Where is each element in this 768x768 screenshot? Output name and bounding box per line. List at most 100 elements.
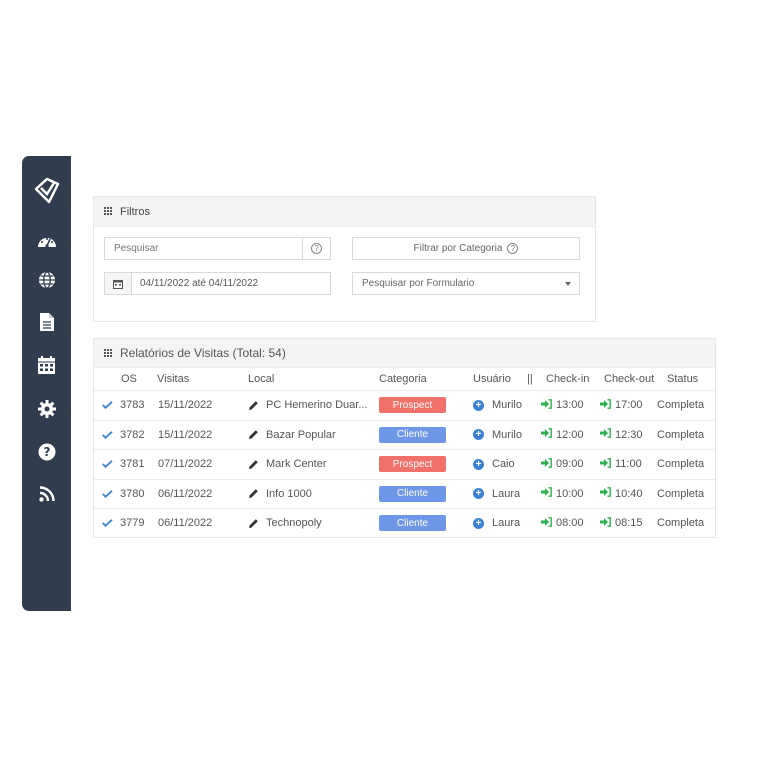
cell-status: Completa [657,487,705,500]
col-visitas[interactable]: Visitas [157,368,189,390]
grid-icon [104,207,113,216]
reports-title: Relatórios de Visitas (Total: 54) [120,346,286,360]
table-row[interactable]: 3779 06/11/2022 Technopoly Cliente + Laura 08:… [94,508,715,537]
cell-os: 3781 [120,458,145,470]
cell-checkout: 10:40 [600,480,643,508]
col-os[interactable]: OS [121,368,137,390]
grid-icon [104,348,113,358]
check-icon [102,421,113,449]
cell-checkin: 13:00 [541,391,584,419]
table-row[interactable]: 3782 15/11/2022 Bazar Popular Cliente + Muril… [94,419,715,449]
cell-usuario: + Laura [473,509,520,537]
col-checkout[interactable]: Check-out [604,368,654,390]
user-name: Murilo [492,428,522,441]
user-name: Caio [492,458,515,470]
sign-in-icon [600,457,611,471]
dashboard-gauge-icon [37,234,57,248]
plus-circle-icon[interactable]: + [473,488,484,499]
local-name: PC Hemerino Duar... [266,399,368,411]
cell-status: Completa [657,428,705,441]
sign-in-icon [541,487,552,500]
cell-checkin: 12:00 [541,421,584,449]
cell-local: Info 1000 [248,480,312,508]
sign-in-icon [541,457,552,471]
cell-checkout: 17:00 [600,391,643,419]
col-usuario[interactable]: Usuário [473,368,511,390]
cell-usuario: + Murilo [473,391,522,419]
table-row[interactable]: 3780 06/11/2022 Info 1000 Cliente + Laura 10:0… [94,478,715,508]
col-checkin[interactable]: Check-in [546,368,589,390]
pencil-icon[interactable] [248,488,259,499]
sidebar-item-help[interactable]: ? [22,439,71,465]
pencil-icon[interactable] [248,518,259,529]
date-range-value: 04/11/2022 até 04/11/2022 [140,278,259,289]
col-status[interactable]: Status [667,368,698,390]
checkout-time: 17:00 [615,399,643,411]
sidebar-item-gear[interactable] [22,396,71,422]
cell-os: 3779 [120,517,145,529]
sign-in-icon [541,516,552,530]
checkout-time: 10:40 [615,487,643,500]
check-icon [102,450,113,478]
sidebar-item-dashboard-gauge[interactable] [22,228,71,254]
date-range-input[interactable]: 04/11/2022 até 04/11/2022 [131,272,331,295]
cell-local: Bazar Popular [248,421,336,449]
checkout-time: 08:15 [615,517,643,529]
pencil-icon[interactable] [248,429,259,440]
checkin-time: 08:00 [556,517,584,529]
search-input[interactable]: Pesquisar [104,237,303,260]
table-row[interactable]: 3783 15/11/2022 PC Hemerino Duar... Prospec… [94,390,715,419]
checkin-time: 10:00 [556,487,584,500]
cell-status: Completa [657,458,705,470]
checkout-time: 12:30 [615,428,643,441]
help-icon: ? [507,243,519,254]
sign-in-icon [600,428,611,441]
sign-in-icon [600,516,611,530]
search-help-button[interactable]: ? [302,237,331,260]
col-local[interactable]: Local [248,368,274,390]
plus-circle-icon[interactable]: + [473,517,484,529]
col-categoria[interactable]: Categoria [379,368,427,390]
cell-categoria: Prospect [379,450,446,478]
plus-circle-icon[interactable]: + [473,429,484,440]
sidebar-item-logo[interactable] [22,175,71,205]
pencil-icon[interactable] [248,400,259,411]
cell-visita-date: 07/11/2022 [158,458,213,470]
search-placeholder: Pesquisar [114,243,159,254]
table-row[interactable]: 3781 07/11/2022 Mark Center Prospect + Caio 09… [94,449,715,478]
gear-icon [37,400,56,418]
sidebar-item-calendar[interactable] [22,352,71,378]
sign-in-icon [600,487,611,500]
form-select-value: Pesquisar por Formulario [362,278,475,289]
plus-circle-icon[interactable]: + [473,458,484,470]
local-name: Bazar Popular [266,428,336,441]
calendar-icon [38,356,55,374]
checkin-time: 09:00 [556,458,584,470]
checkin-time: 12:00 [556,428,584,441]
cell-checkout: 12:30 [600,421,643,449]
pencil-icon[interactable] [248,459,259,470]
sign-in-icon [541,428,552,441]
local-name: Info 1000 [266,487,312,500]
plus-circle-icon[interactable]: + [473,399,484,411]
document-icon [39,313,54,331]
cell-categoria: Cliente [379,480,446,508]
local-name: Technopoly [266,517,322,529]
category-badge: Cliente [379,426,446,443]
cell-local: Mark Center [248,450,327,478]
form-select[interactable]: Pesquisar por Formulario [352,272,580,295]
sidebar-item-globe[interactable] [22,267,71,293]
category-badge: Prospect [379,397,446,413]
category-filter-button[interactable]: Filtrar por Categoria ? [352,237,580,260]
cell-os: 3782 [120,428,145,441]
help-icon: ? [38,443,56,461]
cell-visita-date: 15/11/2022 [158,428,213,441]
cell-usuario: + Caio [473,450,515,478]
sign-in-icon [600,398,611,412]
calendar-button[interactable] [104,272,132,295]
sidebar-item-document[interactable] [22,309,71,335]
sidebar-item-rss-feed[interactable] [22,481,71,507]
cell-visita-date: 15/11/2022 [158,399,213,411]
cell-visita-date: 06/11/2022 [158,517,213,529]
cell-checkin: 10:00 [541,480,584,508]
